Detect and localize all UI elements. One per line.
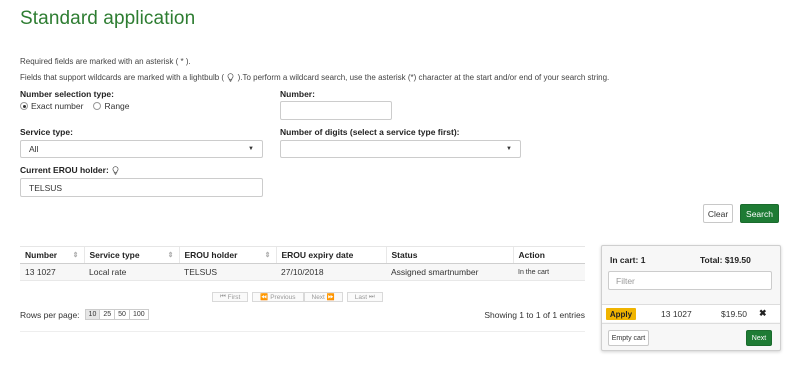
radio-exact-number[interactable]: Exact number	[20, 101, 83, 111]
remove-item-icon[interactable]: ✖	[759, 308, 767, 319]
holder-input[interactable]: TELSUS	[20, 178, 263, 197]
pager-last-button[interactable]: Last ⏭	[346, 292, 383, 302]
holder-label-row: Current EROU holder:	[20, 165, 120, 175]
pager-last-label: Last	[354, 293, 368, 301]
col-expiry: EROU expiry date	[275, 246, 386, 264]
pager-previous-label: Previous	[270, 293, 296, 301]
rows-option-25[interactable]: 25	[99, 309, 116, 320]
cart-filter-input[interactable]: Filter	[608, 271, 772, 290]
cart-panel: In cart: 1 Total: $19.50 Filter Apply 13…	[601, 245, 781, 351]
apply-button[interactable]: Apply	[606, 308, 636, 320]
rows-per-page: Rows per page: 10 25 50 100	[20, 309, 149, 320]
rows-option-50[interactable]: 50	[114, 309, 130, 320]
number-input[interactable]	[280, 101, 392, 120]
cart-count: In cart: 1	[610, 255, 646, 265]
col-erou-holder-label: EROU holder	[184, 250, 238, 260]
cart-total: Total: $19.50	[700, 255, 751, 265]
dropdown-caret-icon: ▼	[248, 146, 254, 152]
wildcard-note-start: Fields that support wildcards are marked…	[20, 73, 225, 82]
cart-item-price: $19.50	[721, 309, 747, 319]
sort-icon: ⇕	[264, 252, 271, 259]
cell-status: Assigned smartnumber	[386, 263, 513, 281]
pager-previous-button[interactable]: ⏪ Previous	[252, 292, 304, 302]
pager-first-button[interactable]: ⏮ First	[212, 292, 249, 302]
table-header-row: Number ⇕ Service type ⇕ EROU holder ⇕ EROU …	[20, 246, 585, 264]
clear-button[interactable]: Clear	[703, 204, 733, 223]
pager-next-button[interactable]: Next ⏩	[303, 292, 343, 302]
digits-select[interactable]: ▼	[280, 140, 521, 158]
col-number[interactable]: Number ⇕	[20, 246, 84, 264]
selection-type-label: Number selection type:	[20, 89, 114, 99]
service-type-label: Service type:	[20, 127, 73, 137]
cell-number: 13 1027	[20, 263, 84, 281]
dropdown-caret-icon: ▼	[506, 146, 512, 152]
col-service-type-label: Service type	[89, 250, 140, 260]
pager-first-label: First	[227, 293, 241, 301]
sort-icon: ⇕	[72, 252, 79, 259]
table-row: 13 1027 Local rate TELSUS 27/10/2018 Ass…	[20, 263, 585, 281]
cell-action: In the cart	[513, 263, 585, 281]
radio-range-label: Range	[104, 101, 130, 111]
radio-range[interactable]: Range	[93, 101, 130, 111]
rows-option-100[interactable]: 100	[128, 309, 149, 320]
number-label: Number:	[280, 89, 315, 99]
col-erou-holder[interactable]: EROU holder ⇕	[178, 246, 276, 264]
wildcard-note-end: ).To perform a wildcard search, use the …	[237, 73, 610, 82]
radio-range-indicator[interactable]	[93, 102, 102, 110]
pagination: ⏮ First ⏪ Previous Next ⏩ Last ⏭	[212, 292, 387, 302]
sort-icon: ⇕	[167, 252, 174, 259]
selection-type-group: Exact number Range	[20, 101, 140, 111]
radio-exact-label: Exact number	[31, 101, 84, 111]
lightbulb-icon	[227, 73, 234, 83]
wildcard-note: Fields that support wildcards are marked…	[20, 73, 610, 83]
radio-exact-indicator[interactable]	[20, 102, 28, 110]
holder-label: Current EROU holder:	[20, 165, 109, 175]
rows-option-10[interactable]: 10	[84, 309, 101, 320]
page-title: Standard application	[20, 8, 196, 29]
cell-service-type: Local rate	[84, 263, 179, 281]
col-service-type[interactable]: Service type ⇕	[83, 246, 179, 264]
results-table: Number ⇕ Service type ⇕ EROU holder ⇕ EROU …	[20, 246, 585, 281]
lightbulb-icon	[112, 165, 119, 175]
entries-summary: Showing 1 to 1 of 1 entries	[484, 310, 585, 320]
next-icon: ⏩	[324, 294, 335, 301]
first-page-icon: ⏮	[220, 293, 228, 300]
cell-expiry: 27/10/2018	[276, 263, 386, 281]
col-number-label: Number	[25, 250, 58, 260]
divider	[20, 331, 585, 332]
next-button[interactable]: Next	[746, 330, 772, 346]
service-type-select[interactable]: All ▼	[20, 140, 263, 158]
previous-icon: ⏪	[260, 294, 271, 301]
col-status: Status	[385, 246, 513, 264]
required-note: Required fields are marked with an aster…	[20, 57, 191, 66]
rows-per-page-label: Rows per page:	[20, 309, 80, 320]
digits-label: Number of digits (select a service type …	[280, 127, 460, 137]
search-button[interactable]: Search	[740, 204, 779, 223]
pager-next-label: Next	[311, 293, 325, 301]
cart-item-number: 13 1027	[661, 309, 692, 319]
last-page-icon: ⏭	[367, 293, 375, 300]
cart-item: Apply 13 1027 $19.50 ✖	[602, 305, 780, 322]
empty-cart-button[interactable]: Empty cart	[608, 330, 649, 346]
col-action: Action	[512, 246, 585, 264]
cart-divider	[602, 323, 780, 324]
cell-erou-holder: TELSUS	[179, 263, 276, 281]
service-type-value: All	[29, 144, 39, 154]
